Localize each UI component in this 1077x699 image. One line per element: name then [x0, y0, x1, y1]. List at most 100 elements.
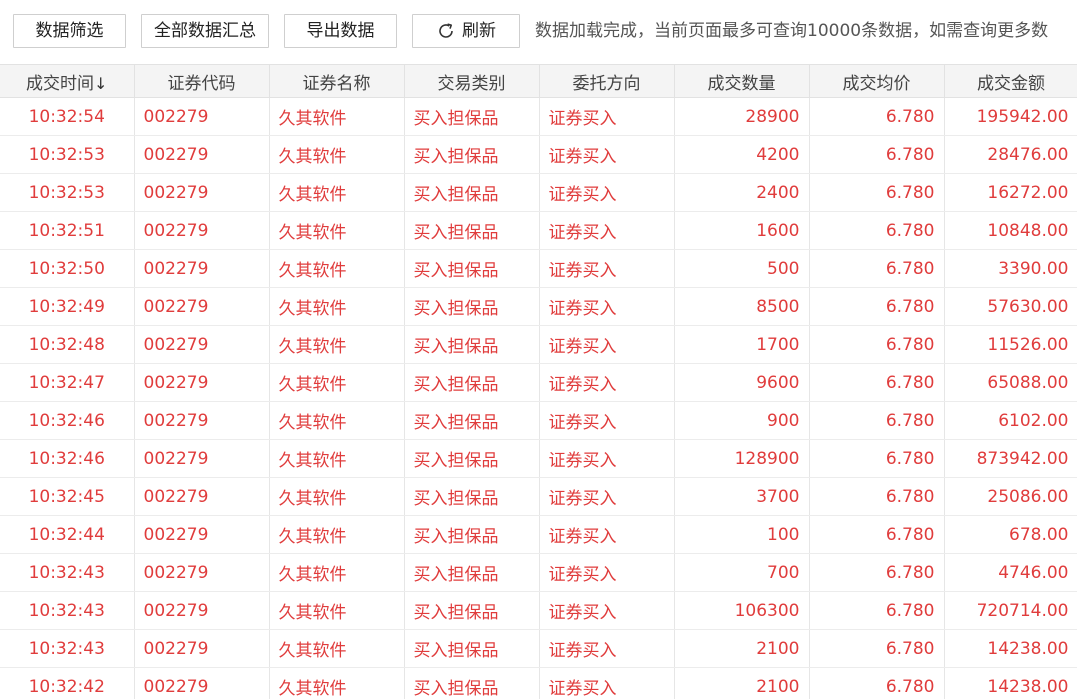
- cell-trade-time: 10:32:53: [0, 135, 135, 174]
- cell-trade-time: 10:32:46: [0, 439, 135, 478]
- toolbar: 数据筛选 全部数据汇总 导出数据 刷新 数据加载完成，当前页面最多可查询1000…: [0, 0, 1077, 64]
- cell-amount: 3390.00: [944, 249, 1077, 288]
- cell-avg-price: 6.780: [809, 629, 945, 668]
- cell-trade-time: 10:32:44: [0, 515, 135, 554]
- cell-trade-type: 买入担保品: [404, 477, 540, 516]
- cell-order-direction: 证券买入: [539, 211, 675, 250]
- cell-trade-type: 买入担保品: [404, 667, 540, 699]
- load-status-text: 数据加载完成，当前页面最多可查询10000条数据，如需查询更多数: [535, 21, 1049, 41]
- all-data-summary-button[interactable]: 全部数据汇总: [141, 14, 269, 48]
- table-row[interactable]: 10:32:53 002279 久其软件 买入担保品 证券买入 4200 6.780 2847…: [0, 135, 1077, 174]
- cell-security-code: 002279: [134, 211, 270, 250]
- cell-avg-price: 6.780: [809, 667, 945, 699]
- table-row[interactable]: 10:32:43 002279 久其软件 买入担保品 证券买入 2100 6.780 1423…: [0, 629, 1077, 668]
- table-row[interactable]: 10:32:49 002279 久其软件 买入担保品 证券买入 8500 6.780 5763…: [0, 287, 1077, 326]
- table-row[interactable]: 10:32:47 002279 久其软件 买入担保品 证券买入 9600 6.780 6508…: [0, 363, 1077, 402]
- cell-trade-type: 买入担保品: [404, 591, 540, 630]
- cell-avg-price: 6.780: [809, 553, 945, 592]
- table-row[interactable]: 10:32:54 002279 久其软件 买入担保品 证券买入 28900 6.780 195…: [0, 97, 1077, 136]
- cell-trade-time: 10:32:51: [0, 211, 135, 250]
- trade-table-container[interactable]: 成交时间↓ 证券代码 证券名称 交易类别 委托方向 成交数量 成交均价 成交金额…: [0, 64, 1077, 699]
- cell-amount: 28476.00: [944, 135, 1077, 174]
- cell-security-code: 002279: [134, 287, 270, 326]
- cell-security-code: 002279: [134, 325, 270, 364]
- table-row[interactable]: 10:32:51 002279 久其软件 买入担保品 证券买入 1600 6.780 1084…: [0, 211, 1077, 250]
- cell-trade-type: 买入担保品: [404, 553, 540, 592]
- cell-quantity: 2100: [674, 629, 810, 668]
- column-header-security-name[interactable]: 证券名称: [269, 64, 405, 98]
- cell-order-direction: 证券买入: [539, 515, 675, 554]
- cell-quantity: 1600: [674, 211, 810, 250]
- cell-trade-time: 10:32:48: [0, 325, 135, 364]
- cell-trade-type: 买入担保品: [404, 287, 540, 326]
- cell-trade-type: 买入担保品: [404, 211, 540, 250]
- cell-amount: 65088.00: [944, 363, 1077, 402]
- cell-avg-price: 6.780: [809, 173, 945, 212]
- data-filter-button[interactable]: 数据筛选: [13, 14, 126, 48]
- cell-avg-price: 6.780: [809, 97, 945, 136]
- cell-amount: 10848.00: [944, 211, 1077, 250]
- cell-trade-type: 买入担保品: [404, 173, 540, 212]
- cell-security-name: 久其软件: [269, 667, 405, 699]
- cell-avg-price: 6.780: [809, 363, 945, 402]
- column-header-amount[interactable]: 成交金额: [944, 64, 1077, 98]
- column-header-order-direction[interactable]: 委托方向: [539, 64, 675, 98]
- cell-order-direction: 证券买入: [539, 591, 675, 630]
- cell-trade-type: 买入担保品: [404, 249, 540, 288]
- table-row[interactable]: 10:32:48 002279 久其软件 买入担保品 证券买入 1700 6.780 1152…: [0, 325, 1077, 364]
- cell-trade-type: 买入担保品: [404, 325, 540, 364]
- cell-security-name: 久其软件: [269, 173, 405, 212]
- table-row[interactable]: 10:32:43 002279 久其软件 买入担保品 证券买入 106300 6.780 72…: [0, 591, 1077, 630]
- cell-avg-price: 6.780: [809, 515, 945, 554]
- table-row[interactable]: 10:32:53 002279 久其软件 买入担保品 证券买入 2400 6.780 1627…: [0, 173, 1077, 212]
- cell-security-name: 久其软件: [269, 325, 405, 364]
- cell-security-name: 久其软件: [269, 477, 405, 516]
- cell-security-code: 002279: [134, 515, 270, 554]
- cell-order-direction: 证券买入: [539, 667, 675, 699]
- column-header-quantity[interactable]: 成交数量: [674, 64, 810, 98]
- cell-quantity: 500: [674, 249, 810, 288]
- cell-trade-time: 10:32:43: [0, 591, 135, 630]
- column-header-security-code[interactable]: 证券代码: [134, 64, 270, 98]
- cell-avg-price: 6.780: [809, 439, 945, 478]
- cell-security-code: 002279: [134, 477, 270, 516]
- table-row[interactable]: 10:32:46 002279 久其软件 买入担保品 证券买入 900 6.780 6102.…: [0, 401, 1077, 440]
- cell-security-name: 久其软件: [269, 135, 405, 174]
- table-row[interactable]: 10:32:44 002279 久其软件 买入担保品 证券买入 100 6.780 678.0…: [0, 515, 1077, 554]
- column-header-trade-time[interactable]: 成交时间↓: [0, 64, 135, 98]
- cell-order-direction: 证券买入: [539, 135, 675, 174]
- cell-amount: 720714.00: [944, 591, 1077, 630]
- cell-avg-price: 6.780: [809, 477, 945, 516]
- cell-trade-time: 10:32:45: [0, 477, 135, 516]
- cell-security-name: 久其软件: [269, 287, 405, 326]
- trade-records-page: 数据筛选 全部数据汇总 导出数据 刷新 数据加载完成，当前页面最多可查询1000…: [0, 0, 1077, 699]
- column-header-avg-price[interactable]: 成交均价: [809, 64, 945, 98]
- table-row[interactable]: 10:32:43 002279 久其软件 买入担保品 证券买入 700 6.780 4746.…: [0, 553, 1077, 592]
- cell-trade-type: 买入担保品: [404, 135, 540, 174]
- cell-amount: 14238.00: [944, 667, 1077, 699]
- cell-order-direction: 证券买入: [539, 553, 675, 592]
- table-row[interactable]: 10:32:50 002279 久其软件 买入担保品 证券买入 500 6.780 3390.…: [0, 249, 1077, 288]
- cell-quantity: 900: [674, 401, 810, 440]
- cell-quantity: 1700: [674, 325, 810, 364]
- cell-security-name: 久其软件: [269, 439, 405, 478]
- cell-trade-type: 买入担保品: [404, 629, 540, 668]
- table-row[interactable]: 10:32:46 002279 久其软件 买入担保品 证券买入 128900 6.780 87…: [0, 439, 1077, 478]
- cell-amount: 25086.00: [944, 477, 1077, 516]
- cell-order-direction: 证券买入: [539, 629, 675, 668]
- cell-trade-time: 10:32:50: [0, 249, 135, 288]
- refresh-button[interactable]: 刷新: [412, 14, 520, 48]
- cell-trade-time: 10:32:47: [0, 363, 135, 402]
- cell-security-name: 久其软件: [269, 363, 405, 402]
- cell-amount: 6102.00: [944, 401, 1077, 440]
- sort-descending-icon: ↓: [94, 73, 108, 93]
- table-row[interactable]: 10:32:45 002279 久其软件 买入担保品 证券买入 3700 6.780 2508…: [0, 477, 1077, 516]
- table-row[interactable]: 10:32:42 002279 久其软件 买入担保品 证券买入 2100 6.780 1423…: [0, 667, 1077, 699]
- cell-security-code: 002279: [134, 363, 270, 402]
- export-data-button[interactable]: 导出数据: [284, 14, 397, 48]
- cell-quantity: 128900: [674, 439, 810, 478]
- cell-trade-type: 买入担保品: [404, 515, 540, 554]
- column-header-trade-type[interactable]: 交易类别: [404, 64, 540, 98]
- cell-security-code: 002279: [134, 135, 270, 174]
- refresh-label: 刷新: [462, 21, 496, 41]
